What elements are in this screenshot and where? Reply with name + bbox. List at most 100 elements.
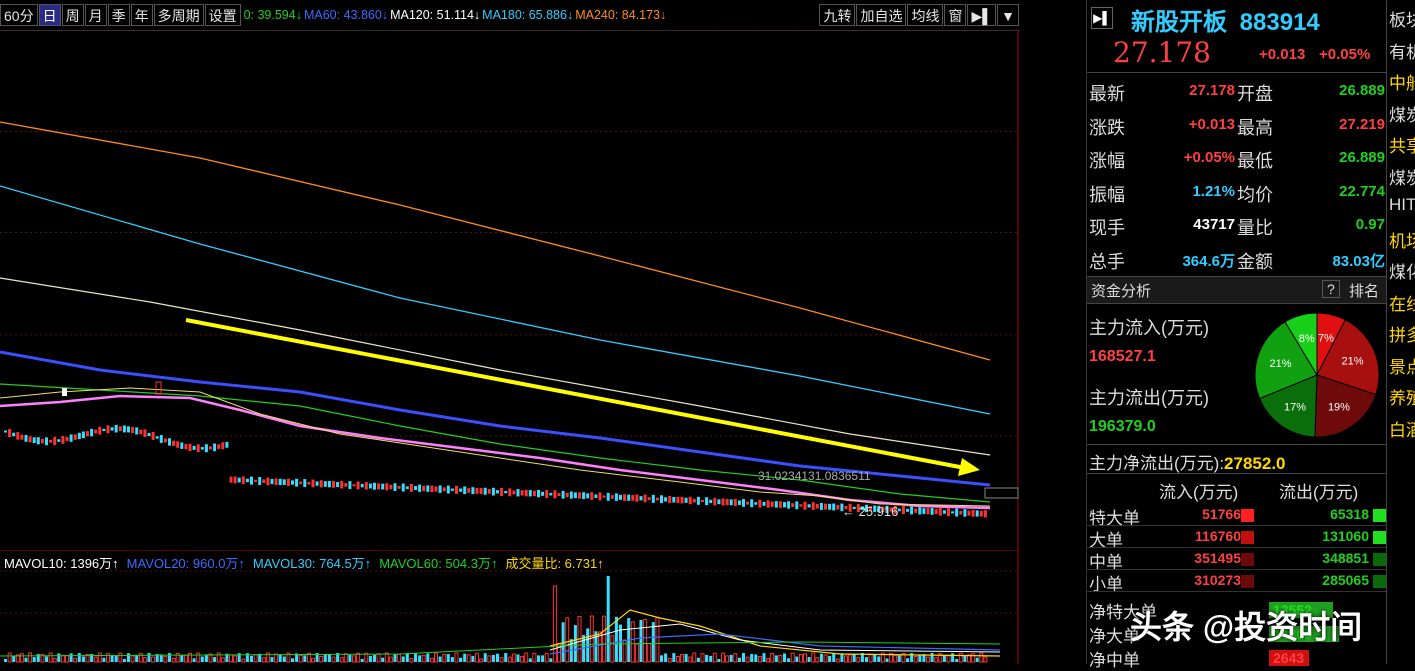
candle bbox=[389, 484, 393, 490]
flow-in-bar bbox=[1241, 509, 1254, 522]
ma-pink-line bbox=[0, 394, 991, 510]
volume-bar bbox=[852, 653, 856, 662]
period-button-4[interactable]: 季 bbox=[107, 4, 130, 26]
volume-bar bbox=[28, 652, 33, 663]
volume-bar bbox=[450, 657, 454, 662]
sector-item[interactable]: 中船 bbox=[1389, 69, 1415, 94]
volume-bar bbox=[118, 652, 123, 663]
candle bbox=[668, 495, 672, 504]
sector-item[interactable]: 煤炭 bbox=[1389, 101, 1415, 126]
period-button-1[interactable]: 日 bbox=[38, 4, 61, 26]
volume-bar bbox=[946, 655, 951, 663]
volume-bar bbox=[835, 658, 840, 663]
sector-item[interactable]: 养殖 bbox=[1389, 384, 1415, 409]
period-button-3[interactable]: 月 bbox=[84, 4, 107, 26]
ma240-line bbox=[0, 121, 991, 361]
collapse-panel-icon[interactable]: ▶▌ bbox=[967, 4, 997, 26]
sector-item[interactable]: 板块 bbox=[1389, 6, 1415, 31]
quote-value: 0.97 bbox=[1355, 216, 1385, 233]
candle bbox=[750, 499, 754, 508]
volume-bar bbox=[274, 653, 279, 663]
candle bbox=[549, 492, 553, 496]
candle bbox=[352, 484, 356, 487]
candle bbox=[8, 429, 12, 438]
sector-item[interactable]: 煤化 bbox=[1389, 258, 1415, 283]
last-price: 27.178 bbox=[1113, 36, 1211, 69]
volume-bar bbox=[127, 653, 130, 662]
candle bbox=[963, 509, 967, 517]
candle bbox=[770, 501, 774, 507]
kline-chart[interactable]: 137.9114.490.9667.2243.77← 25.91631.0234… bbox=[0, 23, 1055, 550]
sector-item[interactable]: 在线 bbox=[1389, 290, 1415, 315]
candle bbox=[672, 496, 676, 503]
quote-label: 最高 bbox=[1237, 117, 1273, 138]
sector-item[interactable]: 拼多 bbox=[1389, 321, 1415, 346]
volume-bar bbox=[60, 654, 65, 663]
collapse-toggle-icon[interactable]: ▶▌ bbox=[1091, 7, 1113, 29]
candle bbox=[602, 495, 606, 498]
period-button-6[interactable]: 多周期 bbox=[153, 4, 204, 26]
toolbar-button-3[interactable]: 窗 bbox=[944, 4, 967, 26]
candle bbox=[28, 436, 32, 443]
volume-bar bbox=[360, 658, 364, 662]
volume-bar bbox=[742, 653, 745, 662]
period-button-0[interactable]: 60分 bbox=[0, 4, 38, 26]
toolbar-button-0[interactable]: 九转 bbox=[819, 4, 856, 26]
sector-item[interactable]: HIT bbox=[1389, 195, 1415, 215]
quote-value: 27.219 bbox=[1339, 115, 1385, 133]
sector-item[interactable]: 煤炭 bbox=[1389, 164, 1415, 189]
ma-legend-item: MA120: 51.114↓ bbox=[390, 8, 481, 22]
sector-item[interactable]: 有机 bbox=[1389, 38, 1415, 63]
candle bbox=[901, 506, 905, 515]
volume-bar bbox=[549, 658, 553, 662]
candle bbox=[266, 477, 270, 486]
volume-bar bbox=[483, 653, 487, 662]
volume-bar bbox=[168, 653, 171, 662]
candle bbox=[520, 490, 524, 496]
candle bbox=[241, 476, 245, 485]
period-button-2[interactable]: 周 bbox=[61, 4, 84, 26]
flow-in-bar bbox=[1241, 575, 1254, 588]
help-button[interactable]: ? bbox=[1322, 280, 1340, 298]
volume-bar bbox=[151, 656, 156, 663]
volume-panel[interactable]: 41102085万 MAVOL10: 1396万↑MAVOL20: 960.0万… bbox=[0, 549, 1051, 664]
toolbar-button-1[interactable]: 加自选 bbox=[856, 4, 907, 26]
volume-bar bbox=[983, 656, 988, 663]
candle bbox=[131, 427, 135, 434]
quote-row: 涨跌 +0.013 最高 27.219 bbox=[1087, 110, 1387, 142]
candle bbox=[959, 510, 963, 515]
rank-button[interactable]: 排名 bbox=[1349, 280, 1379, 301]
quote-value: 43717 bbox=[1193, 216, 1235, 233]
volume-bar bbox=[737, 657, 741, 662]
sector-item[interactable]: 景点 bbox=[1389, 353, 1415, 378]
period-button-5[interactable]: 年 bbox=[130, 4, 153, 26]
volume-bar bbox=[331, 656, 336, 663]
candle bbox=[754, 502, 758, 505]
sector-item[interactable]: 机场 bbox=[1389, 227, 1415, 252]
volume-bar bbox=[397, 653, 402, 663]
candle bbox=[934, 509, 938, 515]
sector-item[interactable]: 共享 bbox=[1389, 132, 1415, 157]
candle bbox=[455, 485, 458, 494]
volume-bar bbox=[319, 655, 324, 663]
period-button-7[interactable]: 设置 bbox=[204, 4, 241, 26]
capital-header-title: 资金分析 bbox=[1091, 283, 1152, 300]
volume-bar bbox=[339, 657, 344, 663]
candle bbox=[90, 428, 94, 437]
volume-bar bbox=[250, 655, 253, 662]
candle bbox=[184, 443, 188, 450]
toolbar-button-2[interactable]: 均线 bbox=[907, 4, 944, 26]
volume-bar bbox=[729, 654, 733, 662]
dropdown-arrow-icon[interactable]: ▼ bbox=[997, 4, 1019, 26]
quote-label: 最低 bbox=[1237, 151, 1273, 171]
candle bbox=[528, 490, 532, 497]
volume-bar bbox=[388, 656, 393, 663]
candle bbox=[368, 483, 372, 489]
volume-bar bbox=[873, 654, 877, 662]
candle bbox=[717, 499, 721, 505]
volume-bar bbox=[544, 652, 549, 663]
sector-item[interactable]: 白酒 bbox=[1389, 416, 1415, 441]
candle bbox=[545, 490, 549, 498]
candle bbox=[323, 481, 327, 487]
candle bbox=[32, 437, 36, 444]
